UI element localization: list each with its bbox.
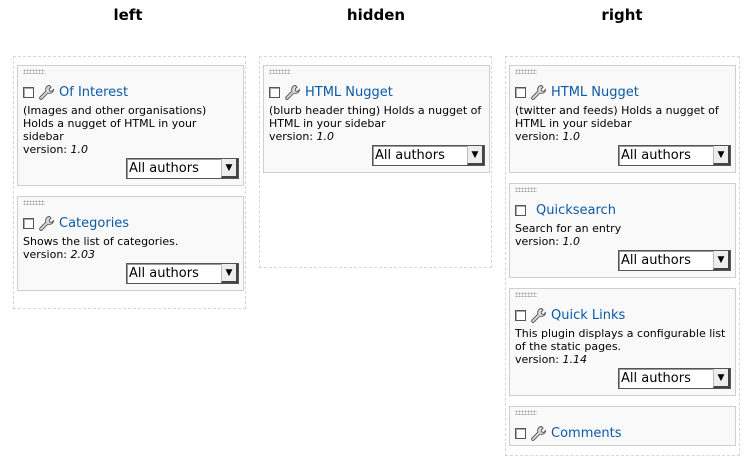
plugin-title-link[interactable]: Quick Links [551, 308, 625, 323]
column-title-left: left [113, 6, 143, 24]
drag-handle-icon[interactable] [515, 187, 537, 192]
plugin-description: Search for an entry [515, 222, 622, 235]
wrench-icon[interactable] [530, 425, 547, 442]
plugin-version: version: 1.14 [515, 353, 587, 366]
author-select[interactable]: All authors ▼ [126, 158, 239, 179]
column-title-right: right [601, 6, 643, 24]
plugin-checkbox[interactable] [515, 204, 526, 216]
plugin-html-nugget-twitter[interactable]: HTML Nugget (twitter and feeds) Holds a … [509, 65, 736, 173]
drag-handle-icon[interactable] [269, 69, 291, 74]
plugin-title-link[interactable]: Quicksearch [536, 203, 616, 218]
plugin-checkbox[interactable] [23, 217, 34, 229]
column-left[interactable]: Of Interest (Images and other organisati… [13, 56, 246, 309]
plugin-version: version: 1.0 [515, 235, 580, 248]
plugin-title-link[interactable]: Comments [551, 426, 621, 441]
author-select[interactable]: All authors ▼ [126, 263, 239, 284]
drag-handle-icon[interactable] [23, 200, 45, 205]
column-hidden[interactable]: HTML Nugget (blurb header thing) Holds a… [259, 56, 492, 268]
plugin-title-link[interactable]: Categories [59, 216, 129, 231]
author-select[interactable]: All authors ▼ [618, 250, 731, 271]
plugin-version: version: 1.0 [269, 130, 334, 143]
column-title-hidden: hidden [346, 6, 406, 24]
plugin-html-nugget-blurb[interactable]: HTML Nugget (blurb header thing) Holds a… [263, 65, 490, 173]
dropdown-arrow-icon[interactable]: ▼ [467, 146, 484, 165]
plugin-checkbox[interactable] [23, 86, 34, 98]
plugin-categories[interactable]: Categories Shows the list of categories.… [17, 196, 244, 291]
drag-handle-icon[interactable] [515, 69, 537, 74]
dropdown-arrow-icon[interactable]: ▼ [713, 146, 730, 165]
wrench-icon[interactable] [38, 215, 55, 232]
plugin-title-link[interactable]: HTML Nugget [551, 85, 639, 100]
drag-handle-icon[interactable] [515, 292, 537, 297]
author-select[interactable]: All authors ▼ [618, 368, 731, 389]
plugin-version: version: 1.0 [515, 130, 580, 143]
plugin-of-interest[interactable]: Of Interest (Images and other organisati… [17, 65, 244, 186]
dropdown-arrow-icon[interactable]: ▼ [713, 369, 730, 388]
plugin-title-link[interactable]: Of Interest [59, 85, 128, 100]
plugin-checkbox[interactable] [269, 86, 280, 98]
wrench-icon[interactable] [530, 307, 547, 324]
plugin-description: (twitter and feeds) Holds a nugget of HT… [515, 104, 719, 130]
plugin-checkbox[interactable] [515, 309, 526, 321]
author-select[interactable]: All authors ▼ [618, 145, 731, 166]
wrench-icon[interactable] [38, 84, 55, 101]
plugin-quicksearch[interactable]: Quicksearch Search for an entry version:… [509, 183, 736, 278]
drag-handle-icon[interactable] [23, 69, 45, 74]
plugin-comments[interactable]: Comments [509, 406, 736, 446]
plugin-description: Shows the list of categories. [23, 235, 179, 248]
author-select[interactable]: All authors ▼ [372, 145, 485, 166]
plugin-checkbox[interactable] [515, 86, 526, 98]
dropdown-arrow-icon[interactable]: ▼ [221, 264, 238, 283]
plugin-description: (blurb header thing) Holds a nugget of H… [269, 104, 482, 130]
drag-handle-icon[interactable] [515, 410, 537, 415]
wrench-icon[interactable] [530, 84, 547, 101]
plugin-description: (Images and other organisations) Holds a… [23, 104, 207, 143]
plugin-quick-links[interactable]: Quick Links This plugin displays a confi… [509, 288, 736, 396]
plugin-version: version: 2.03 [23, 248, 95, 261]
plugin-checkbox[interactable] [515, 427, 526, 439]
plugin-description: This plugin displays a configurable list… [515, 327, 726, 353]
dropdown-arrow-icon[interactable]: ▼ [713, 251, 730, 270]
wrench-icon[interactable] [284, 84, 301, 101]
plugin-version: version: 1.0 [23, 143, 88, 156]
dropdown-arrow-icon[interactable]: ▼ [221, 159, 238, 178]
column-right[interactable]: HTML Nugget (twitter and feeds) Holds a … [505, 56, 740, 456]
plugin-title-link[interactable]: HTML Nugget [305, 85, 393, 100]
